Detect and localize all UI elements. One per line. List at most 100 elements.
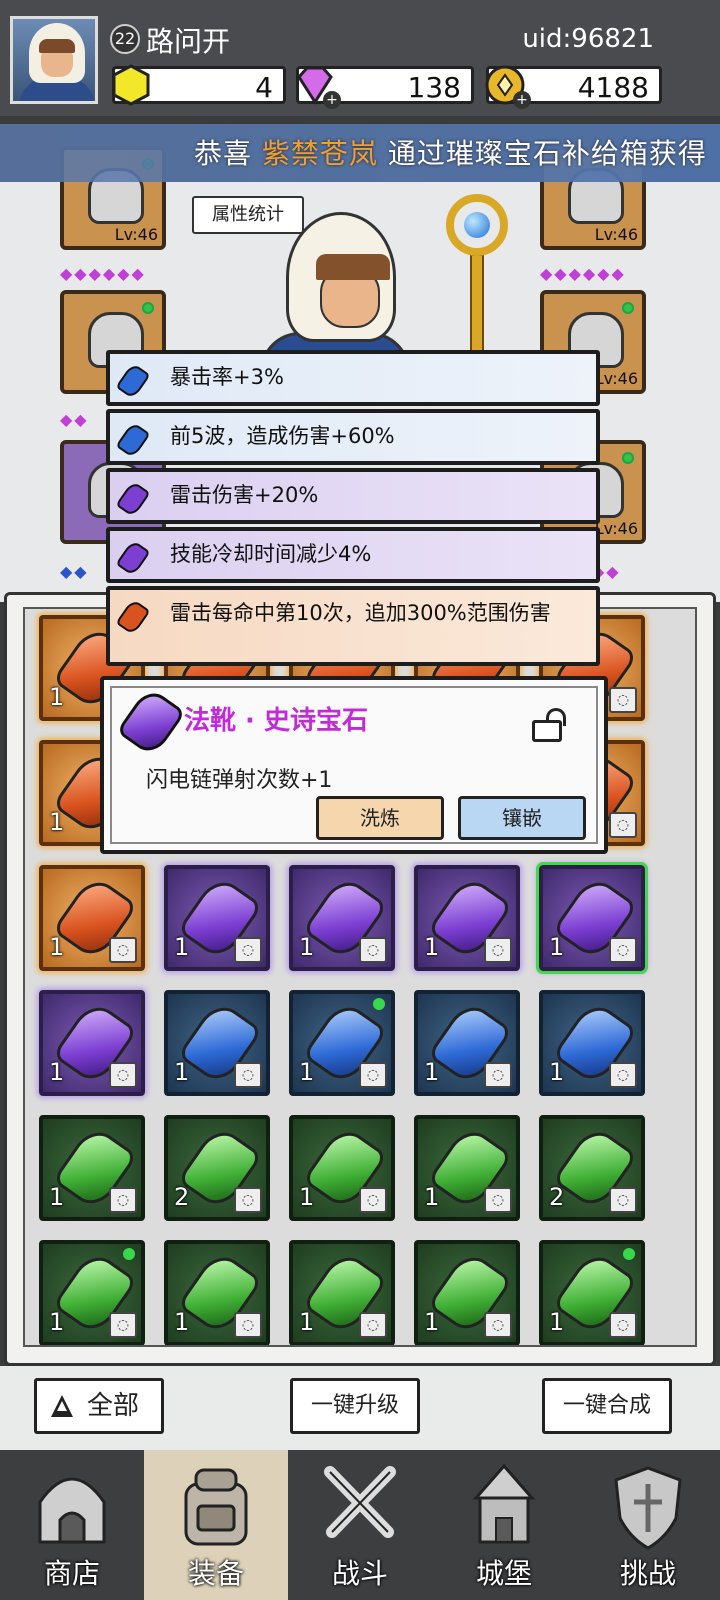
upgrade-available-dot (622, 452, 634, 464)
gem-count: 1 (299, 933, 315, 961)
equip-slot-level: Lv:46 (114, 225, 158, 244)
nav-challenge-label: 挑战 (619, 1557, 676, 1590)
add-coin-button[interactable]: + (513, 91, 531, 109)
equip-slot-type-icon: ◌ (359, 937, 387, 963)
equip-slot-type-icon: ◌ (109, 1312, 137, 1338)
gem-cell[interactable]: 1◌ (539, 1240, 645, 1345)
gem-count: 1 (549, 1058, 565, 1086)
gem-count: 1 (174, 1308, 190, 1336)
gem-count: 1 (424, 1308, 440, 1336)
gem-cell[interactable]: 1◌ (39, 1115, 145, 1221)
equip-slot-level: Lv:46 (594, 225, 638, 244)
nav-castle[interactable]: 城堡 (432, 1450, 576, 1600)
equip-slot-type-icon: ◌ (609, 937, 637, 963)
unlock-icon[interactable] (530, 708, 570, 742)
filter-all-label: 全部 (86, 1391, 139, 1421)
gem-cell[interactable]: 1◌ (414, 865, 520, 971)
equip-slot-type-icon: ◌ (484, 1312, 512, 1338)
diamond-currency: + 138 (296, 66, 474, 109)
gold-hexagon-icon (112, 64, 150, 106)
castle-icon (472, 1463, 536, 1544)
equip-slot-rarity-diamonds: ◆◆◆◆◆◆ (60, 264, 146, 283)
gem-title: 法靴 · 史诗宝石 (184, 706, 368, 736)
gem-cell[interactable]: 1◌ (289, 990, 395, 1096)
nav-battle[interactable]: 战斗 (288, 1450, 432, 1600)
new-item-dot (123, 1248, 135, 1260)
equip-slot-type-icon: ◌ (484, 937, 512, 963)
announcement-banner: 恭喜 紫禁苍岚 通过璀璨宝石补给箱获得 (0, 124, 720, 182)
one-click-upgrade-button[interactable]: 一键升级 (290, 1378, 420, 1434)
equip-slot-rarity-diamonds: ◆◆◆◆◆◆ (540, 264, 626, 283)
gem-cell[interactable]: 1◌ (289, 865, 395, 971)
gem-cell[interactable]: 1◌ (536, 862, 648, 974)
equip-slot-type-icon: ◌ (484, 1187, 512, 1213)
bottom-navigation: 商店 装备 战斗 城堡 挑战 (0, 1450, 720, 1600)
gem-cell[interactable]: 1◌ (289, 1115, 395, 1221)
gold-amount: 4 (255, 71, 273, 104)
nav-challenge[interactable]: 挑战 (576, 1450, 720, 1600)
gem-count: 1 (424, 1183, 440, 1211)
gem-count: 1 (49, 933, 65, 961)
gem-count: 2 (174, 1183, 190, 1211)
nav-equipment[interactable]: 装备 (144, 1450, 288, 1600)
gem-cell[interactable]: 1◌ (414, 1115, 520, 1221)
gem-count: 1 (49, 683, 65, 711)
player-avatar[interactable] (10, 16, 98, 104)
gem-cell[interactable]: 1◌ (539, 990, 645, 1096)
inlay-button[interactable]: 镶嵌 (458, 796, 586, 840)
gem-cell[interactable]: 1◌ (39, 990, 145, 1096)
filter-triangle-icon (51, 1395, 73, 1417)
gem-count: 1 (424, 933, 440, 961)
nav-shop[interactable]: 商店 (0, 1450, 144, 1600)
backpack-icon (184, 1468, 248, 1546)
nav-equipment-label: 装备 (187, 1557, 244, 1590)
gold-currency: 4 (112, 64, 286, 106)
attribute-row: 前5波，造成伤害+60% (106, 409, 600, 465)
equip-slot-type-icon: ◌ (234, 1312, 262, 1338)
gem-cell[interactable]: 1◌ (414, 1240, 520, 1345)
gem-cell[interactable]: 1◌ (164, 865, 270, 971)
orange-gem-icon (115, 598, 151, 636)
announcement-player: 紫禁苍岚 (261, 137, 378, 170)
gem-count: 1 (299, 1308, 315, 1336)
attribute-row: 暴击率+3% (106, 350, 600, 406)
gem-cell[interactable]: 1◌ (39, 1240, 145, 1345)
attribute-text: 技能冷却时间减少4% (170, 542, 372, 566)
gem-count: 1 (549, 1308, 565, 1336)
gem-count: 1 (49, 1058, 65, 1086)
filter-all-button[interactable]: 全部 (34, 1378, 164, 1434)
attribute-row: 技能冷却时间减少4% (106, 527, 600, 583)
equip-slot-type-icon: ◌ (609, 1187, 637, 1213)
gem-cell[interactable]: 1◌ (164, 990, 270, 1096)
gem-cell[interactable]: 1◌ (164, 1240, 270, 1345)
attribute-text: 雷击每命中第10次，追加300%范围伤害 (170, 601, 551, 625)
coin-currency: + 4188 (485, 65, 662, 109)
nav-shop-label: 商店 (43, 1557, 100, 1590)
upgrade-available-dot (622, 302, 634, 314)
nav-castle-label: 城堡 (475, 1557, 532, 1590)
gem-description: 闪电链弹射次数+1 (146, 768, 333, 793)
attribute-text: 暴击率+3% (170, 365, 284, 389)
gem-count: 2 (549, 1183, 565, 1211)
action-bar: 全部 一键升级 一键合成 (0, 1366, 720, 1450)
gem-cell[interactable]: 1◌ (414, 990, 520, 1096)
refine-button[interactable]: 洗炼 (316, 796, 444, 840)
gem-cell[interactable]: 2 ◌ (164, 1115, 270, 1221)
attribute-row: 雷击每命中第10次，追加300%范围伤害 (106, 586, 600, 666)
equip-slot-type-icon: ◌ (609, 812, 637, 838)
add-diamond-button[interactable]: + (323, 91, 341, 109)
gem-cell[interactable]: 1◌ (39, 865, 145, 971)
gem-count: 1 (49, 1183, 65, 1211)
gem-count: 1 (49, 808, 65, 836)
one-click-merge-button[interactable]: 一键合成 (542, 1378, 672, 1434)
equip-slot-rarity-diamonds: ◆◆ (60, 410, 89, 429)
gem-cell[interactable]: 2 ◌ (539, 1115, 645, 1221)
equip-slot-type-icon: ◌ (109, 1062, 137, 1088)
attribute-text: 雷击伤害+20% (170, 483, 319, 507)
upgrade-available-dot (142, 302, 154, 314)
equip-slot-type-icon: ◌ (359, 1062, 387, 1088)
player-level-badge: 22 (110, 24, 140, 54)
top-bar: 22 路问开 uid:96821 4 + 138 + 4188 (0, 0, 720, 116)
gem-cell[interactable]: 1◌ (289, 1240, 395, 1345)
gem-count: 1 (174, 933, 190, 961)
